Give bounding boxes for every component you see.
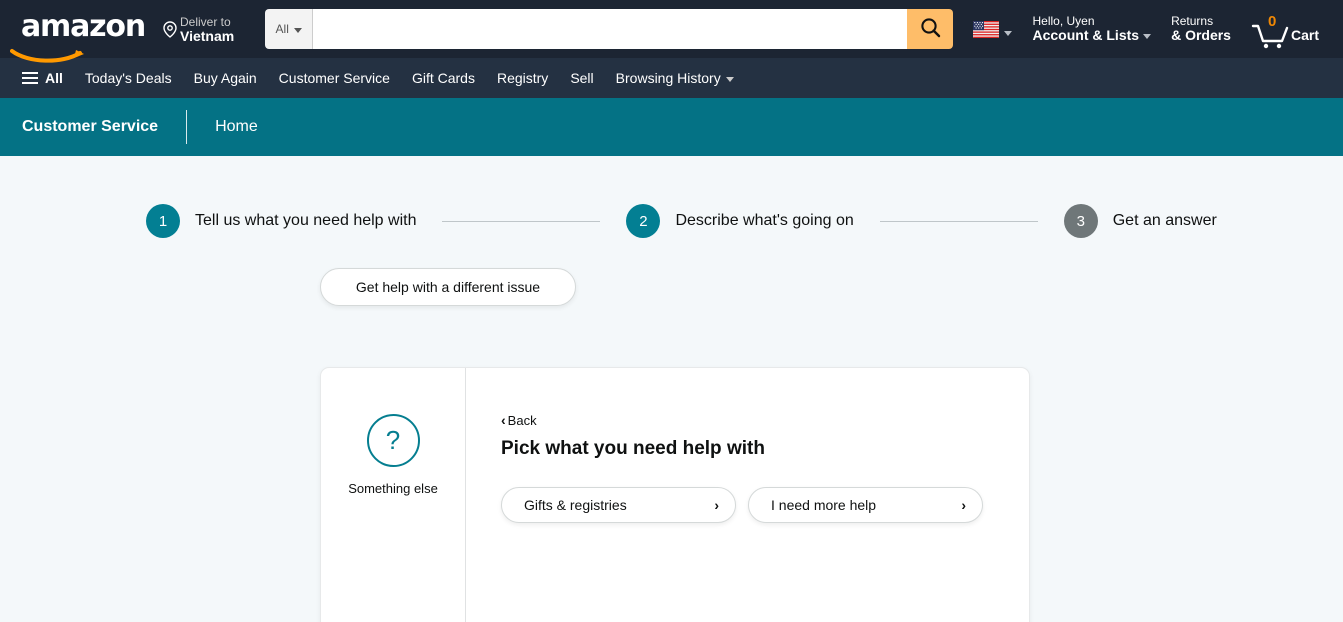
locale-selector[interactable] — [963, 13, 1022, 46]
cart-icon: 0 — [1251, 13, 1289, 48]
nav-item-sell[interactable]: Sell — [560, 63, 603, 93]
nav-item-customer-service[interactable]: Customer Service — [269, 63, 400, 93]
cs-bar-divider — [186, 110, 188, 144]
deliver-to-country: Vietnam — [179, 28, 235, 45]
chevron-down-icon — [725, 77, 734, 82]
question-mark-icon[interactable]: ? — [366, 414, 420, 467]
step-connector-1 — [442, 220, 601, 222]
nav-item-buy-again[interactable]: Buy Again — [184, 63, 267, 93]
nav-item-label: Registry — [496, 70, 549, 86]
search-input[interactable] — [313, 9, 908, 49]
different-issue-wrapper: Get help with a different issue — [0, 238, 1343, 306]
card-heading: Pick what you need help with — [501, 438, 765, 459]
chevron-left-icon: ‹ — [501, 412, 506, 428]
search-category-label: All — [275, 22, 289, 36]
nav-item-browsing-history[interactable]: Browsing History — [606, 63, 744, 93]
amazon-logo-link[interactable]: amazon — [10, 7, 154, 63]
amazon-smile-icon — [10, 47, 88, 65]
customer-service-title[interactable]: Customer Service — [22, 118, 186, 136]
get-help-different-issue-button[interactable]: Get help with a different issue — [320, 268, 576, 306]
back-link[interactable]: ‹ Back — [501, 413, 537, 428]
chevron-down-icon — [1004, 30, 1013, 36]
location-pin-icon — [163, 21, 177, 43]
nav-item-label: Sell — [570, 70, 594, 86]
nav-item-gift-cards[interactable]: Gift Cards — [402, 63, 485, 93]
option-label: I need more help — [771, 497, 877, 513]
header-right-nav: Hello, Uyen Account & Lists Returns & Or… — [963, 0, 1329, 58]
nav-all-menu[interactable]: All — [12, 63, 73, 93]
search-submit-button[interactable] — [907, 9, 954, 49]
step-3: 3 Get an answer — [1063, 204, 1217, 238]
nav-item-label: Customer Service — [278, 70, 390, 86]
step-2-label: Describe what's going on — [675, 212, 854, 229]
nav-item-registry[interactable]: Registry — [487, 63, 558, 93]
nav-item-label: Gift Cards — [411, 70, 475, 86]
customer-service-bar: Customer Service Home — [0, 98, 1343, 156]
us-flag-icon — [973, 20, 1000, 38]
help-options-row: Gifts & registries › I need more help › — [501, 487, 1029, 523]
step-1: 1 Tell us what you need help with — [146, 204, 416, 238]
nav-item-label: Buy Again — [193, 70, 257, 86]
chevron-right-icon: › — [961, 497, 966, 513]
amazon-logo-text: amazon — [21, 9, 146, 44]
step-3-label: Get an answer — [1112, 212, 1217, 229]
back-label: Back — [507, 412, 537, 428]
search-category-dropdown[interactable]: All — [265, 9, 314, 49]
help-card: ? Something else ‹ Back Pick what you ne… — [320, 367, 1030, 622]
account-and-lists-menu[interactable]: Hello, Uyen Account & Lists — [1022, 7, 1161, 51]
returns-and-orders-link[interactable]: Returns & Orders — [1161, 7, 1241, 51]
step-connector-2 — [879, 220, 1038, 222]
step-2: 2 Describe what's going on — [626, 204, 854, 238]
cs-home-link[interactable]: Home — [187, 118, 258, 136]
option-label: Gifts & registries — [524, 497, 627, 513]
option-gifts-and-registries[interactable]: Gifts & registries › — [501, 487, 736, 523]
chevron-down-icon — [293, 27, 302, 33]
step-1-label: Tell us what you need help with — [195, 212, 417, 229]
progress-stepper: 1 Tell us what you need help with 2 Desc… — [0, 156, 1343, 238]
returns-label-line2: & Orders — [1171, 26, 1231, 43]
step-1-number: 1 — [146, 204, 180, 238]
something-else-label: Something else — [348, 481, 438, 496]
account-greeting: Hello, Uyen — [1032, 13, 1095, 28]
search-icon — [920, 17, 941, 41]
chevron-right-icon: › — [714, 497, 719, 513]
nav-item-label: Browsing History — [615, 70, 721, 86]
cart-link[interactable]: 0 Cart — [1241, 4, 1329, 55]
deliver-to-button[interactable]: Deliver to Vietnam — [158, 5, 243, 53]
option-i-need-more-help[interactable]: I need more help › — [748, 487, 983, 523]
help-card-sidebar: ? Something else — [321, 368, 466, 622]
main-content: 1 Tell us what you need help with 2 Desc… — [0, 156, 1343, 622]
hamburger-menu-icon — [22, 72, 38, 84]
nav-all-label: All — [45, 70, 63, 86]
account-and-lists-label: Account & Lists — [1032, 26, 1140, 43]
top-header: amazon Deliver to Vietnam All Hello, Uye… — [0, 0, 1343, 63]
primary-nav-bar: All Today's Deals Buy Again Customer Ser… — [0, 58, 1343, 98]
cart-label: Cart — [1290, 26, 1319, 43]
returns-label-line1: Returns — [1171, 13, 1214, 28]
chevron-down-icon — [1143, 34, 1152, 40]
help-card-body: ‹ Back Pick what you need help with Gift… — [466, 368, 1029, 622]
nav-item-todays-deals[interactable]: Today's Deals — [75, 63, 182, 93]
cart-count-badge: 0 — [1267, 12, 1277, 30]
step-2-number: 2 — [626, 204, 661, 238]
nav-item-label: Today's Deals — [84, 70, 172, 86]
deliver-to-label: Deliver to — [179, 14, 231, 29]
search-bar: All — [265, 9, 954, 49]
step-3-number: 3 — [1063, 204, 1098, 238]
